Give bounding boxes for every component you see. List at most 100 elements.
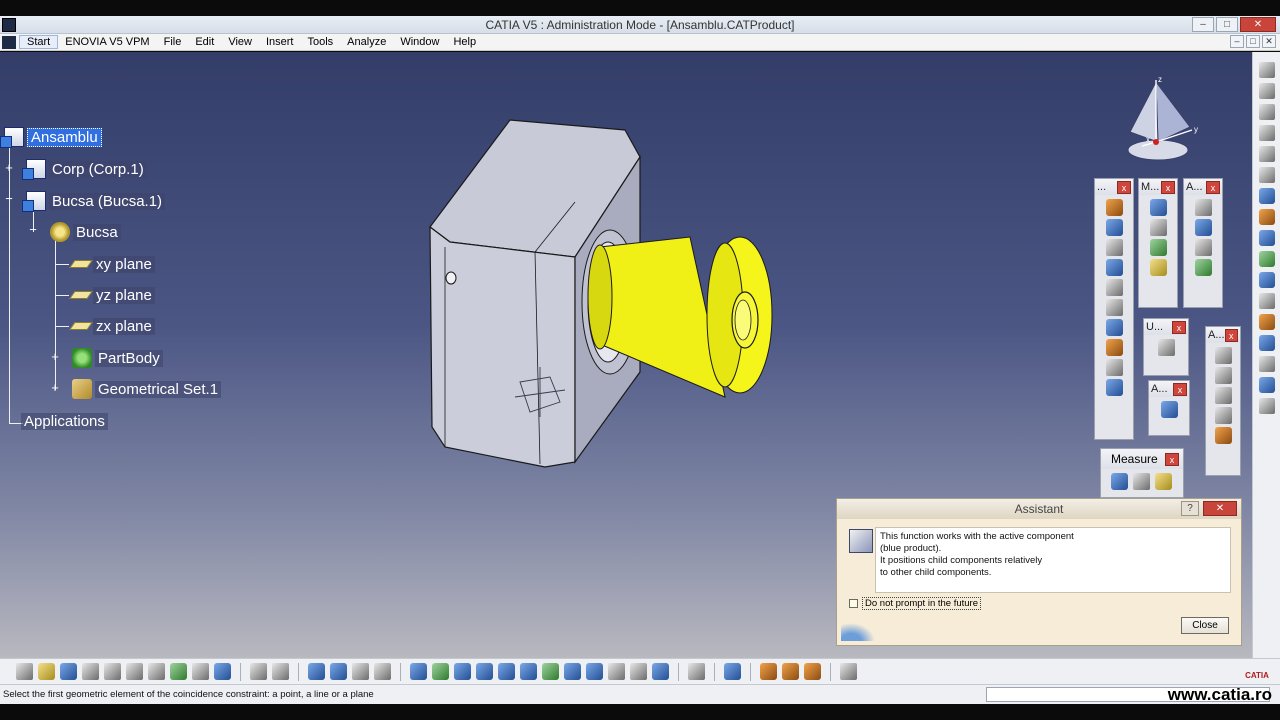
text-with-leader-icon[interactable] <box>1214 367 1232 384</box>
collapse-toggle-bucsa[interactable]: − <box>28 223 38 236</box>
close-button[interactable]: ✕ <box>1240 17 1276 32</box>
render-style-icon[interactable] <box>608 663 625 680</box>
change-constraint-icon[interactable] <box>1105 359 1123 376</box>
zoom-out-icon[interactable] <box>520 663 537 680</box>
normal-view-icon[interactable] <box>542 663 559 680</box>
toolbar-close-button[interactable]: x <box>1161 180 1175 194</box>
catalog-icon[interactable] <box>724 663 741 680</box>
fix-component-icon[interactable] <box>1105 279 1123 296</box>
iso-view-icon[interactable] <box>586 663 603 680</box>
tree-node-corp[interactable]: Corp (Corp.1) <box>22 158 147 180</box>
undo-icon[interactable] <box>170 663 187 680</box>
space-analysis-icon[interactable] <box>1258 230 1275 246</box>
comment-icon[interactable] <box>272 663 289 680</box>
stop-manipulate-on-clash-icon[interactable] <box>1149 259 1167 276</box>
doc-minimize-button[interactable]: – <box>1230 35 1244 48</box>
menu-view[interactable]: View <box>221 36 259 48</box>
doc-close-button[interactable]: ✕ <box>1262 35 1276 48</box>
toolbar-close-button[interactable]: x <box>1173 382 1187 396</box>
filter-icon[interactable] <box>1258 188 1275 204</box>
catalog-icon[interactable] <box>1258 83 1275 99</box>
3d-viewport[interactable]: Ansamblu + Corp (Corp.1) − Bucsa (Bucsa.… <box>0 52 1252 658</box>
tree-node-partbody[interactable]: PartBody <box>72 347 163 369</box>
menu-tools[interactable]: Tools <box>300 36 340 48</box>
toolbar-close-button[interactable]: x <box>1117 180 1131 194</box>
open-icon[interactable] <box>38 663 55 680</box>
more-tools-icon[interactable] <box>1258 398 1275 414</box>
collapse-toggle-bucsa-instance[interactable]: − <box>4 192 14 205</box>
tree-icon[interactable] <box>330 663 347 680</box>
bill-of-material-icon[interactable] <box>1258 335 1275 351</box>
menu-enovia[interactable]: ENOVIA V5 VPM <box>58 36 156 48</box>
weld-icon[interactable] <box>1214 347 1232 364</box>
new-component-icon[interactable] <box>1194 199 1212 216</box>
parameter-icon[interactable] <box>374 663 391 680</box>
apply-material-icon[interactable] <box>760 663 777 680</box>
part-icon[interactable] <box>1258 125 1275 141</box>
document-icon[interactable] <box>2 35 16 49</box>
flexible-rigid-icon[interactable] <box>1105 339 1123 356</box>
analysis-icon[interactable] <box>804 663 821 680</box>
annotation-set-icon[interactable] <box>1214 427 1232 444</box>
weld-feature-icon[interactable] <box>1160 401 1178 418</box>
knowledge-icon[interactable] <box>352 663 369 680</box>
tree-node-xy-plane[interactable]: xy plane <box>69 253 155 275</box>
flag-note-icon[interactable] <box>1214 387 1232 404</box>
redo-icon[interactable] <box>192 663 209 680</box>
existing-component-icon[interactable] <box>1194 259 1212 276</box>
menu-window[interactable]: Window <box>393 36 446 48</box>
swap-space-icon[interactable] <box>652 663 669 680</box>
coincidence-constraint-icon[interactable] <box>1105 199 1123 216</box>
view-annotation-plane-icon[interactable] <box>1214 407 1232 424</box>
menu-file[interactable]: File <box>157 36 189 48</box>
distance-icon[interactable] <box>1258 293 1275 309</box>
menu-analyze[interactable]: Analyze <box>340 36 393 48</box>
toolbar-close-button[interactable]: x <box>1206 180 1220 194</box>
help-button[interactable]: ? <box>1181 501 1199 516</box>
snap-icon[interactable] <box>1149 219 1167 236</box>
tree-node-bucsa-part[interactable]: Bucsa <box>50 221 121 243</box>
menu-start[interactable]: Start <box>19 35 59 49</box>
do-not-prompt-checkbox[interactable]: Do not prompt in the future <box>849 597 982 610</box>
generate-numbering-icon[interactable] <box>1258 356 1275 372</box>
tree-node-yz-plane[interactable]: yz plane <box>69 284 155 306</box>
contact-constraint-icon[interactable] <box>1105 219 1123 236</box>
fix-together-icon[interactable] <box>1105 299 1123 316</box>
menu-edit[interactable]: Edit <box>188 36 221 48</box>
copy-icon[interactable] <box>126 663 143 680</box>
new-icon[interactable] <box>16 663 33 680</box>
explode-icon[interactable] <box>1149 239 1167 256</box>
print-icon[interactable] <box>82 663 99 680</box>
camera-icon[interactable] <box>688 663 705 680</box>
zoom-in-icon[interactable] <box>498 663 515 680</box>
menu-help[interactable]: Help <box>446 36 483 48</box>
new-product-icon[interactable] <box>1194 219 1212 236</box>
measure-item-icon[interactable] <box>1133 473 1150 490</box>
cut-icon[interactable] <box>104 663 121 680</box>
workbench-icon[interactable] <box>1258 62 1275 78</box>
multi-view-icon[interactable] <box>564 663 581 680</box>
expand-toggle-corp[interactable]: + <box>4 161 14 174</box>
clash-icon[interactable] <box>1258 251 1275 267</box>
expand-toggle-partbody[interactable]: + <box>50 350 60 363</box>
minimize-button[interactable]: – <box>1192 17 1214 32</box>
measure-inertia-icon[interactable] <box>1155 473 1172 490</box>
compass-widget[interactable]: z y x <box>1120 72 1200 167</box>
checkbox-box[interactable] <box>849 599 858 608</box>
tree-node-applications[interactable]: Applications <box>21 410 108 432</box>
dialog-close-icon[interactable]: ✕ <box>1203 501 1237 516</box>
offset-constraint-icon[interactable] <box>1105 239 1123 256</box>
formula-icon[interactable] <box>250 663 267 680</box>
product-icon[interactable] <box>1258 104 1275 120</box>
select-icon[interactable] <box>1258 167 1275 183</box>
hide-show-icon[interactable] <box>630 663 647 680</box>
measure-between-icon[interactable] <box>1111 473 1128 490</box>
components-icon[interactable] <box>1258 146 1275 162</box>
grid-snap-icon[interactable] <box>840 663 857 680</box>
expand-toggle-geometrical-set[interactable]: + <box>50 381 60 394</box>
paste-icon[interactable] <box>148 663 165 680</box>
tree-node-geometrical-set[interactable]: Geometrical Set.1 <box>72 378 222 400</box>
fit-all-icon[interactable] <box>432 663 449 680</box>
maximize-button[interactable]: □ <box>1216 17 1238 32</box>
quick-constraint-icon[interactable] <box>1105 319 1123 336</box>
